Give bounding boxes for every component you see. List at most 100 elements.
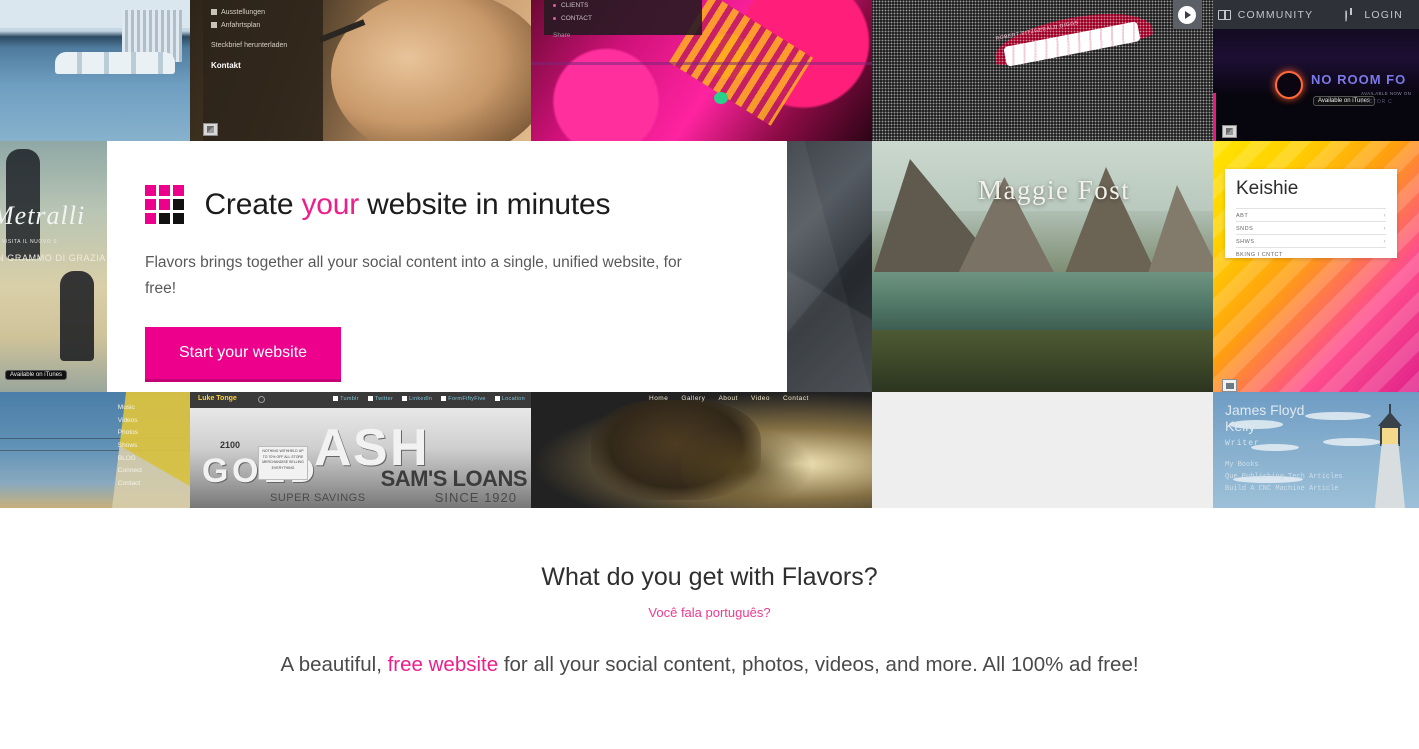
tile-sky-site[interactable]: Music Videos Photos Shows BLOG Connect C… [0,392,190,508]
site-thumbnail-mosaic: Ausstellungen Anfahrtsplan Steckbrief he… [0,0,1419,508]
sign-letter-a: A [314,419,352,477]
lighthouse-roof [1378,412,1402,426]
keishie-title: Keishie [1236,178,1299,199]
nav-item-location[interactable]: Location [494,396,525,402]
nav-item-gallery[interactable]: Gallery [681,395,705,402]
sign-2100-text: 2100 [220,440,241,450]
play-video-button[interactable] [1172,0,1202,29]
graffiti-green-dot [714,92,728,104]
tile-metralli-site[interactable]: Metralli VISITA IL NUOVO S UN GRAMMO DI … [0,141,107,392]
login-link[interactable]: LOGIN [1329,7,1419,22]
dot-bullet-icon [553,3,556,7]
signage-photo: G O L D A S H 2100 NOTHING WITHHELD UP T… [190,408,531,508]
lake-area [872,272,1213,332]
nav-item-download[interactable]: Steckbrief herunterladen [211,39,315,52]
german-site-nav[interactable]: Ausstellungen Anfahrtsplan Steckbrief he… [203,0,323,141]
location-icon [494,396,500,402]
square-bullet-icon [211,9,217,16]
nav-item-contact[interactable]: CONTACT [553,12,693,25]
nav-item-video[interactable]: Video [751,395,770,402]
image-badge-icon[interactable] [1222,379,1237,392]
keishie-row-shws[interactable]: SHWS › [1236,234,1386,247]
nav-item-linkedin[interactable]: LinkedIn [402,396,432,402]
link-my-books[interactable]: My Books [1225,460,1343,472]
nav-item-ausstellungen[interactable]: Ausstellungen [211,6,315,19]
metralli-title: Metralli [0,201,86,230]
nav-item-photos[interactable]: Photos [118,427,142,440]
nav-item-home[interactable]: Home [649,395,668,402]
fire-site-nav[interactable]: Home Gallery About Video Contact [649,395,822,402]
portuguese-link[interactable]: Você fala português? [0,605,1419,620]
sky-site-nav[interactable]: Music Videos Photos Shows BLOG Connect C… [118,402,142,491]
gear-icon[interactable] [258,396,265,403]
figure-shape-2 [60,271,94,361]
tile-german-site[interactable]: Ausstellungen Anfahrtsplan Steckbrief he… [190,0,531,141]
nav-item-share[interactable]: Share [553,29,693,42]
music-subtitle: AVAILABLE NOW ON [1361,91,1412,96]
free-website-link[interactable]: free website [388,653,499,676]
nav-item-anfahrtsplan[interactable]: Anfahrtsplan [211,19,315,32]
sign-notice-board: NOTHING WITHHELD UP TO 70% OFF ALL STORE… [258,446,308,480]
tile-lips-site[interactable]: ROBERT FITZGERALD DIGGS [872,0,1213,141]
nav-item-kontakt[interactable]: Kontakt [211,58,315,73]
dot-bullet-icon [553,16,556,20]
music-subtitle-2: FACTOR C [1361,99,1393,105]
link-cnc-machine[interactable]: Build A CNC Machine Article [1225,484,1343,496]
nav-item-connect[interactable]: Connect [118,465,142,478]
nav-item-about[interactable]: About [718,395,738,402]
sign-letter-g: G [202,452,229,490]
tile-fire-site[interactable]: Home Gallery About Video Contact [531,392,872,508]
halftone-overlay [872,0,1213,141]
nav-item-videos[interactable]: Videos [118,415,142,428]
play-circle-icon [1178,5,1197,24]
tumblr-icon [333,396,339,402]
keishie-row-abt[interactable]: ABT › [1236,208,1386,221]
shore-area [872,330,1213,392]
page-root: Ausstellungen Anfahrtsplan Steckbrief he… [0,0,1419,749]
share-glyph-icon [207,126,214,133]
tile-mountain-site[interactable]: Maggie Fost [872,141,1213,392]
tile-graffiti-site[interactable]: PORTFOLIO CLIENTS CONTACT Share [531,0,872,141]
nav-item-twitter[interactable]: Twitter [367,396,393,402]
metralli-subtitle: VISITA IL NUOVO S [2,239,58,245]
keishie-row-snds[interactable]: SNDS › [1236,221,1386,234]
smoke-shape-2 [681,428,811,506]
graffiti-site-nav[interactable]: PORTFOLIO CLIENTS CONTACT Share [544,0,702,39]
nav-item-shows[interactable]: Shows [118,440,142,453]
top-right-header: COMMUNITY LOGIN [1172,0,1419,29]
tile-polygon-site[interactable] [787,141,872,392]
keishie-row-booking[interactable]: BKING I CNTCT [1236,247,1386,260]
formfiftyfive-icon [441,396,447,402]
features-intro-section: What do you get with Flavors? Você fala … [0,508,1419,749]
sign-sams-loans: SAM'S LOANS [380,466,528,491]
luke-tonge-nav[interactable]: Tumblr Twitter LinkedIn FormFiftyFive Locati… [324,396,525,402]
nav-item-formfiftyfive[interactable]: FormFiftyFive [441,396,486,402]
mountain-site-title: Maggie Fost [978,175,1131,205]
tile-waiting-room[interactable] [0,0,190,141]
lighthouse-site-links[interactable]: My Books Que Publishing Tech Articles Bu… [1225,460,1343,496]
link-que-publishing[interactable]: Que Publishing Tech Articles [1225,472,1343,484]
community-label: COMMUNITY [1237,8,1314,21]
tile-luke-tonge-site[interactable]: G O L D A S H 2100 NOTHING WITHHELD UP T… [190,392,531,508]
chevron-right-icon: › [1383,238,1386,245]
tile-keishie-site[interactable]: Keishie ABT › SNDS › SHWS › BKING I CNTC… [1213,141,1419,392]
lighthouse-tower [1375,444,1405,508]
nav-item-blog[interactable]: BLOG [118,453,142,466]
tile-lighthouse-site[interactable]: James Floyd Kelly Writer My Books Que Pub… [1213,392,1419,508]
share-badge-icon[interactable] [1222,125,1237,138]
tile-empty-placeholder[interactable] [872,392,1213,508]
sign-letter-o: O [232,452,259,490]
itunes-badge[interactable]: Available on iTunes [5,363,68,381]
music-banner: NO ROOM FO Available on iTunes AVAILABLE… [1213,29,1419,106]
nav-item-tumblr[interactable]: Tumblr [333,396,359,402]
start-your-website-button[interactable]: Start your website [145,327,342,383]
nav-item-clients[interactable]: CLIENTS [553,0,693,12]
book-icon [1217,9,1231,20]
nav-item-music[interactable]: Music [118,402,142,415]
share-badge-icon[interactable] [203,123,218,136]
community-link[interactable]: COMMUNITY [1202,9,1330,21]
flavors-logo-icon [145,185,184,224]
nav-item-contact[interactable]: Contact [118,478,142,491]
luke-tonge-brand[interactable]: Luke Tonge [198,395,237,402]
nav-item-contact[interactable]: Contact [783,395,809,402]
